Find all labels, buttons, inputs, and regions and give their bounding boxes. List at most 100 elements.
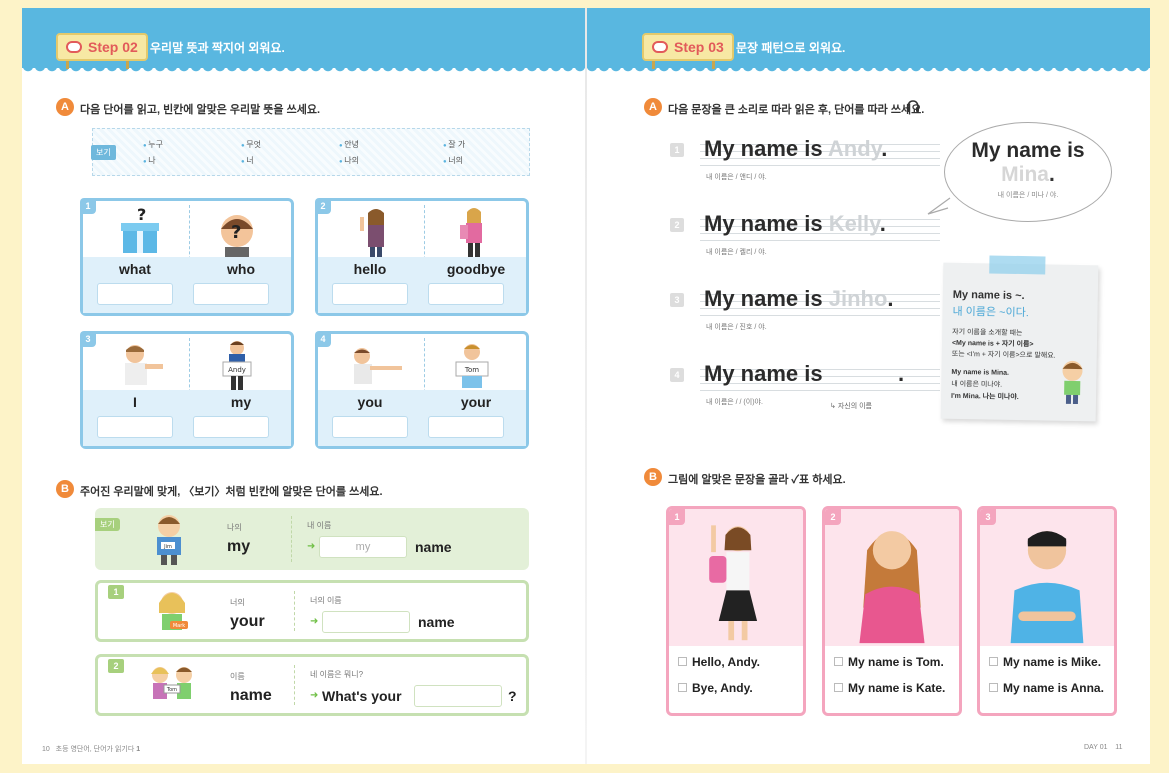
trace-word: Kelly xyxy=(828,211,880,236)
meaning-blank[interactable] xyxy=(428,416,504,438)
row-number: 4 xyxy=(670,368,684,382)
example-answer: my xyxy=(319,536,407,558)
pattern-sentence: My name is xyxy=(704,361,823,387)
card-word: hello xyxy=(353,261,387,277)
checkbox[interactable] xyxy=(989,657,998,666)
step-title: 우리말 뜻과 짝지어 외워요. xyxy=(150,41,285,55)
sentence-lead: My name is xyxy=(704,211,823,236)
note-example: I'm Mina. 나는 미나야. xyxy=(950,392,1019,401)
own-name-hint: ↳ 자신의 이름 xyxy=(830,403,872,410)
card-word: you xyxy=(357,394,383,410)
kid-name-badge: Mark xyxy=(173,623,185,629)
girl-smiling-photo xyxy=(825,509,959,646)
sentence-end: . xyxy=(881,136,888,161)
boy-name-sign-icon: Andy xyxy=(222,341,252,390)
question-row-2: 2 Tom 이름 name 네 이름은 뭐니? ➜ What's your ? xyxy=(95,654,529,716)
bubble-name: Mina xyxy=(1001,163,1049,186)
sentence-end: . xyxy=(879,211,886,236)
phrase-prefix: What's your xyxy=(322,688,402,704)
card-number: 2 xyxy=(825,509,841,525)
answer-blank[interactable] xyxy=(414,685,502,707)
meaning-blank[interactable] xyxy=(193,283,269,305)
trace-word: Andy xyxy=(827,136,882,161)
step-03-tag: Step 03 xyxy=(642,33,734,61)
choice-option[interactable]: Bye, Andy. xyxy=(678,681,753,695)
choice-option[interactable]: My name is Kate. xyxy=(834,681,945,695)
note-title: My name is ~. xyxy=(952,288,1025,303)
checkbox[interactable] xyxy=(834,657,843,666)
answer-blank[interactable] xyxy=(322,611,410,633)
bubble-line-1: My name is xyxy=(971,139,1085,162)
word-card-3: 3 Andy I my xyxy=(80,331,294,449)
boy-pointing-you-icon xyxy=(354,348,402,384)
note-line: 또는 <I'm + 자기 이름>으로 말해요. xyxy=(951,350,1056,360)
two-kids-tom-icon: Tom xyxy=(151,667,192,699)
card-number: 1 xyxy=(669,509,685,525)
meaning-blank[interactable] xyxy=(332,283,408,305)
row-number: 1 xyxy=(670,143,684,157)
bubble-gloss: 내 이름은 / 미나 / 야. xyxy=(997,192,1059,199)
card-word: who xyxy=(227,261,255,277)
card-word: your xyxy=(460,394,492,410)
meaning-blank[interactable] xyxy=(332,416,408,438)
korean-gloss: 내 이름은 / 켈리 / 야. xyxy=(706,249,767,256)
word-card-1: 1 ? ? what who xyxy=(80,198,294,316)
checkbox[interactable] xyxy=(834,683,843,692)
section-b-title: 그림에 알맞은 문장을 골라 ✓표 하세요. xyxy=(668,474,846,486)
meaning-blank[interactable] xyxy=(428,283,504,305)
choice-option[interactable]: My name is Tom. xyxy=(834,655,944,669)
card-number: 2 xyxy=(315,198,331,214)
choice-option[interactable]: My name is Anna. xyxy=(989,681,1104,695)
card-number: 3 xyxy=(80,331,96,347)
page-footer-left: 10 초등 영단어, 단어가 읽기다 1 xyxy=(42,744,140,754)
choice-option[interactable]: Hello, Andy. xyxy=(678,655,760,669)
korean-gloss: 내 이름은 / / (이)야. xyxy=(706,399,763,406)
tag-peg xyxy=(712,61,715,69)
example-label: 보기 xyxy=(91,145,116,160)
example-word: 너 xyxy=(241,155,253,166)
page-number: 11 xyxy=(1115,744,1123,751)
note-body: 자기 이름을 소개할 때는 <My name is + 자기 이름> 또는 <I… xyxy=(952,327,1056,362)
svg-text:?: ? xyxy=(137,207,146,224)
korean-word: 이름 xyxy=(230,672,245,681)
step-label: Step 03 xyxy=(674,39,724,55)
checkbox[interactable] xyxy=(678,683,687,692)
example-word: 무엇 xyxy=(241,139,261,150)
meaning-blank[interactable] xyxy=(193,416,269,438)
grammar-note: My name is ~. 내 이름은 ~이다. 자기 이름을 소개할 때는 <… xyxy=(940,255,1099,422)
choice-option[interactable]: My name is Mike. xyxy=(989,655,1101,669)
step-title: 문장 패턴으로 외워요. xyxy=(736,41,846,55)
boy-jim-icon: Jim xyxy=(157,515,181,565)
pattern-row-3: 3 My name is Jinho. 내 이름은 / 진호 / 야. xyxy=(670,286,940,346)
meaning-blank[interactable] xyxy=(97,416,173,438)
pattern-row-4: 4 My name is . 내 이름은 / / (이)야. ↳ 자신의 이름 xyxy=(670,361,940,421)
checkbox[interactable] xyxy=(989,683,998,692)
checkbox[interactable] xyxy=(678,657,687,666)
note-examples: My name is Mina. 내 이름은 미나야. I'm Mina. 나는… xyxy=(951,367,1019,404)
section-b-title: 주어진 우리말에 맞게, 〈보기〉처럼 빈칸에 알맞은 단어를 쓰세요. xyxy=(80,486,383,498)
korean-phrase: 너의 이름 xyxy=(310,596,342,605)
card-word: goodbye xyxy=(446,261,506,277)
korean-gloss: 내 이름은 / 앤디 / 야. xyxy=(706,174,767,181)
row-divider xyxy=(291,516,292,562)
headphones-icon[interactable] xyxy=(906,99,920,113)
day-label: DAY 01 xyxy=(1084,744,1108,751)
example-tag: 보기 xyxy=(95,518,120,531)
row-divider xyxy=(294,665,295,705)
speech-bubble-icon xyxy=(66,41,82,53)
phrase-tail: ? xyxy=(508,688,517,704)
girl-waving-hello-icon xyxy=(360,209,384,257)
tape-strip xyxy=(989,255,1046,275)
korean-word: 나의 xyxy=(227,523,242,532)
boy-arms-crossed-photo xyxy=(980,509,1114,646)
step-02-tag: Step 02 xyxy=(56,33,148,61)
page-number: 10 xyxy=(42,746,50,753)
meaning-blank[interactable] xyxy=(97,283,173,305)
book-volume: 1 xyxy=(136,746,141,753)
photo-card-1: 1 Hello, Andy. Bye, Andy. xyxy=(666,506,806,716)
english-word: my xyxy=(227,538,251,555)
card-word: what xyxy=(119,261,151,277)
book-title: 초등 영단어, 단어가 읽기다 xyxy=(55,746,135,753)
svg-text:?: ? xyxy=(231,222,241,243)
pattern-sentence: My name is Andy. xyxy=(704,136,887,162)
